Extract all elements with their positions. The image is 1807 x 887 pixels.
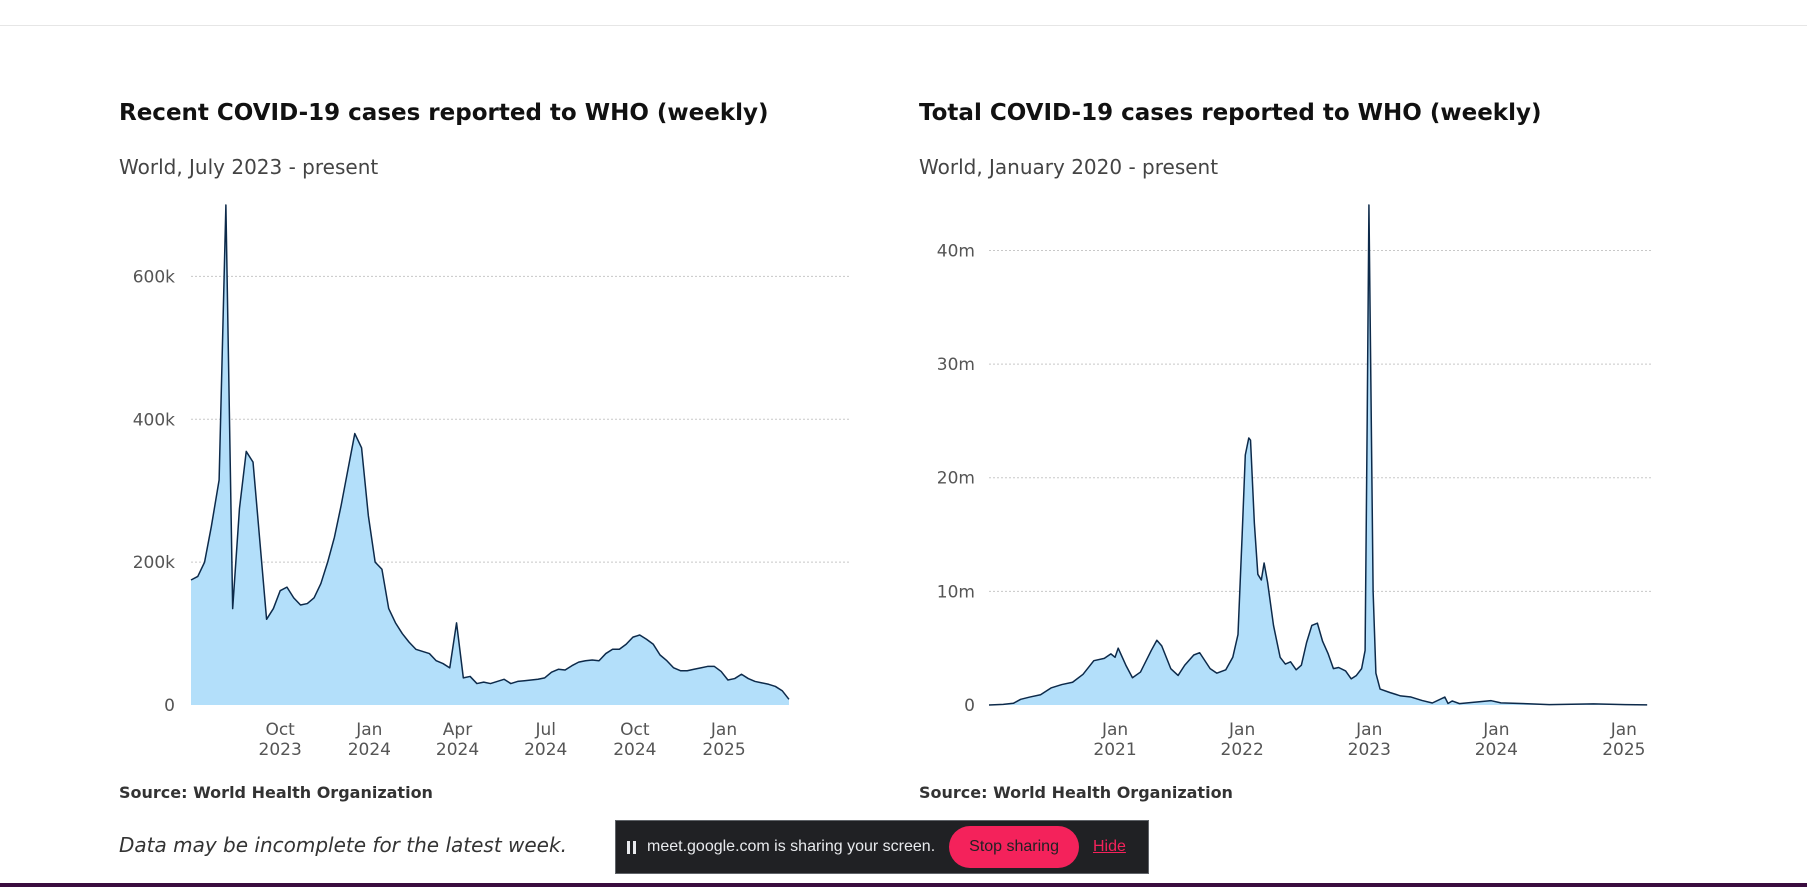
x-tick-year: 2024 xyxy=(613,740,656,760)
hide-link[interactable]: Hide xyxy=(1093,838,1126,856)
x-tick-month: Apr xyxy=(443,720,472,740)
area-fill xyxy=(191,205,789,705)
y-tick-label: 400k xyxy=(133,410,175,430)
x-tick-label: Jan 2022 xyxy=(1221,720,1264,760)
x-tick-label: Jan 2025 xyxy=(1602,720,1645,760)
x-tick-year: 2025 xyxy=(702,740,745,760)
x-tick-year: 2024 xyxy=(436,740,479,760)
pause-icon[interactable] xyxy=(627,840,636,854)
x-tick-year: 2022 xyxy=(1221,740,1264,760)
x-tick-label: Jul 2024 xyxy=(524,720,567,760)
x-tick-label: Jan 2024 xyxy=(1475,720,1518,760)
source-label: Source: World Health Organization xyxy=(119,783,433,802)
chart-title: Total COVID-19 cases reported to WHO (we… xyxy=(919,100,1542,126)
x-tick-month: Jan xyxy=(1610,720,1637,740)
bottom-border xyxy=(0,883,1807,887)
x-tick-month: Jul xyxy=(534,720,556,740)
x-tick-month: Jan xyxy=(1355,720,1382,740)
data-note: Data may be incomplete for the latest we… xyxy=(119,833,567,857)
x-tick-year: 2021 xyxy=(1093,740,1136,760)
x-tick-label: Oct 2023 xyxy=(259,720,302,760)
x-tick-year: 2024 xyxy=(348,740,391,760)
x-tick-month: Oct xyxy=(620,720,650,740)
x-tick-month: Jan xyxy=(355,720,382,740)
x-tick-year: 2025 xyxy=(1602,740,1645,760)
chart-panel-recent: Recent COVID-19 cases reported to WHO (w… xyxy=(119,0,879,887)
x-tick-year: 2024 xyxy=(1475,740,1518,760)
area-fill xyxy=(989,205,1648,705)
y-tick-label: 10m xyxy=(937,582,975,602)
x-tick-month: Jan xyxy=(1228,720,1255,740)
x-tick-label: Jan 2023 xyxy=(1348,720,1391,760)
y-tick-label: 0 xyxy=(964,696,975,716)
x-tick-label: Jan 2024 xyxy=(348,720,391,760)
y-tick-label: 30m xyxy=(937,355,975,375)
y-tick-label: 200k xyxy=(133,553,175,573)
x-tick-label: Oct 2024 xyxy=(613,720,656,760)
source-label: Source: World Health Organization xyxy=(919,783,1233,802)
chart-subtitle: World, January 2020 - present xyxy=(919,155,1219,179)
share-message: meet.google.com is sharing your screen. xyxy=(647,838,936,855)
x-tick-label: Jan 2021 xyxy=(1093,720,1136,760)
y-tick-label: 0 xyxy=(164,696,175,716)
total-cases-chart: 010m20m30m40mJan 2021Jan 2022Jan 2023Jan 202… xyxy=(937,204,1651,760)
screen-share-bar: meet.google.com is sharing your screen. … xyxy=(615,820,1149,874)
y-tick-label: 40m xyxy=(937,241,975,261)
x-tick-year: 2024 xyxy=(524,740,567,760)
x-tick-month: Jan xyxy=(1101,720,1128,740)
chart-title: Recent COVID-19 cases reported to WHO (w… xyxy=(119,100,769,126)
recent-cases-chart: 0200k400k600kOct 2023Jan 2024Apr 2024Jul 202… xyxy=(133,204,851,760)
chart-panel-total: Total COVID-19 cases reported to WHO (we… xyxy=(919,0,1679,887)
x-tick-month: Oct xyxy=(265,720,295,740)
x-tick-label: Jan 2025 xyxy=(702,720,745,760)
stop-sharing-button[interactable]: Stop sharing xyxy=(949,826,1079,868)
x-tick-month: Jan xyxy=(710,720,737,740)
x-tick-year: 2023 xyxy=(1348,740,1391,760)
y-tick-label: 600k xyxy=(133,267,175,287)
x-tick-month: Jan xyxy=(1482,720,1509,740)
x-tick-label: Apr 2024 xyxy=(436,720,479,760)
y-tick-label: 20m xyxy=(937,469,975,489)
x-tick-year: 2023 xyxy=(259,740,302,760)
chart-subtitle: World, July 2023 - present xyxy=(119,155,379,179)
